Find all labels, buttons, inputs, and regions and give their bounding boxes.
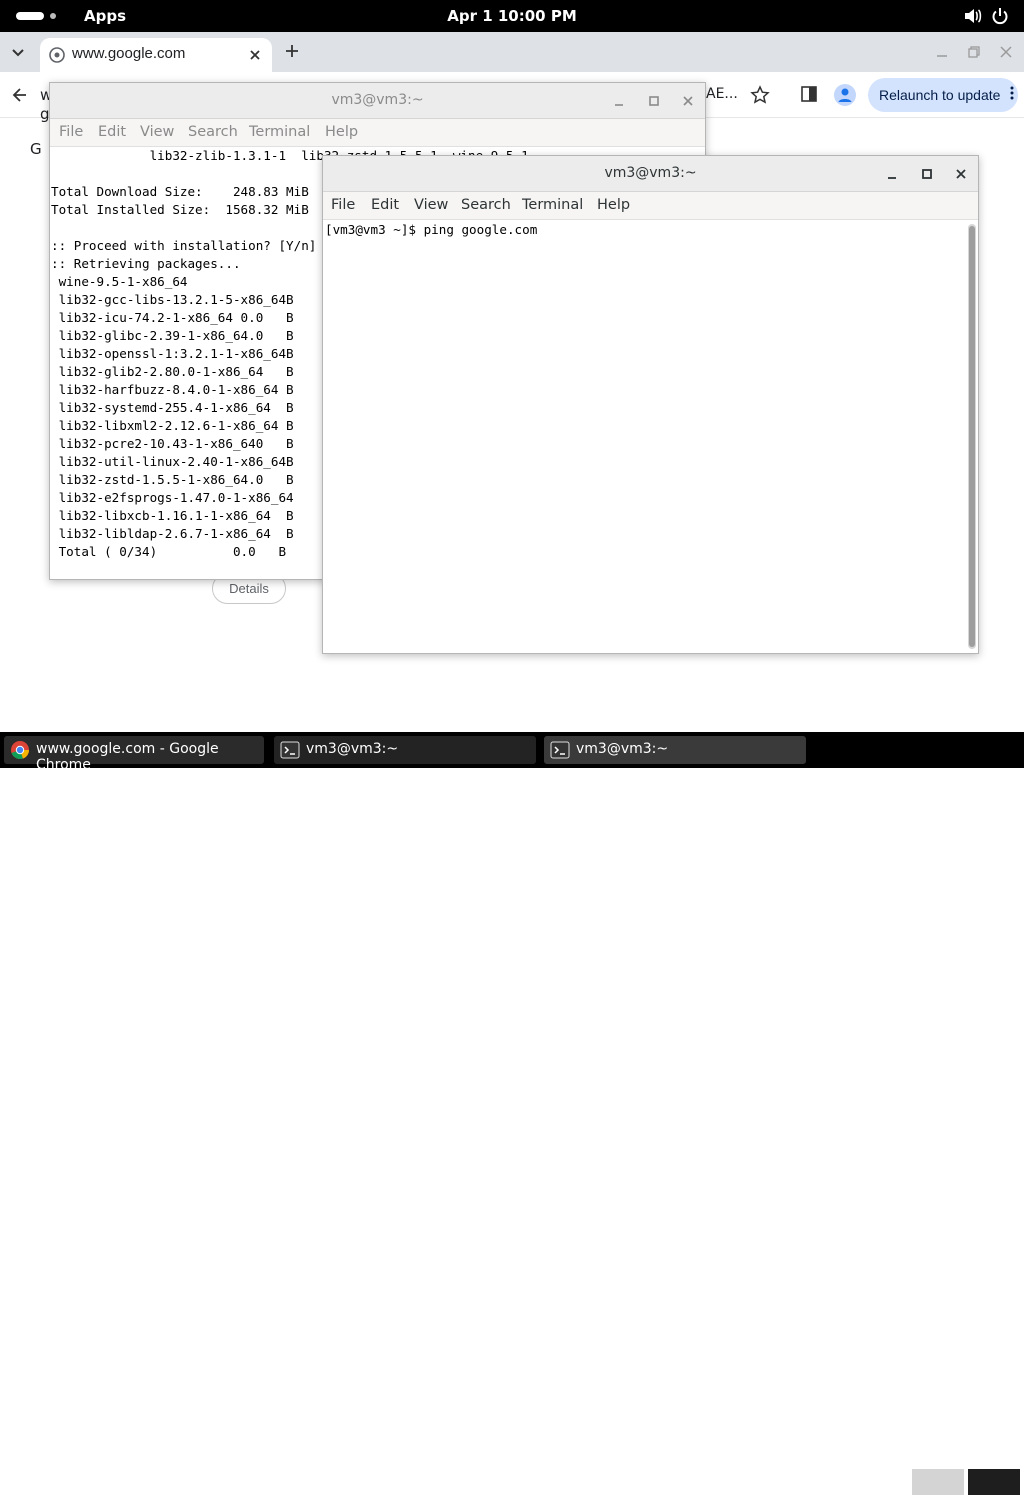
terminal-title: vm3@vm3:~ <box>331 92 424 108</box>
scrollbar-thumb[interactable] <box>969 226 975 647</box>
output-line: lib32-glibc-2.39-1-x86_64.0 B <box>51 328 294 343</box>
prompt-line: [vm3@vm3 ~]$ ping google.com <box>325 222 538 237</box>
browser-tab-strip: www.google.com <box>0 32 1024 72</box>
terminal-menubar: File Edit View Search Terminal Help <box>50 119 705 147</box>
volume-icon[interactable] <box>962 6 982 26</box>
terminal-output[interactable]: [vm3@vm3 ~]$ ping google.com <box>323 220 978 653</box>
output-line: :: Retrieving packages... <box>51 256 241 271</box>
side-panel-icon[interactable] <box>800 85 818 103</box>
taskbar-label: vm3@vm3:~ <box>576 741 669 757</box>
output-line: lib32-libxcb-1.16.1-1-x86_64 B <box>51 508 294 523</box>
chrome-icon <box>11 741 30 760</box>
star-icon[interactable] <box>750 85 770 105</box>
output-line: Total ( 0/34) 0.0 B <box>51 544 287 559</box>
menu-view[interactable]: View <box>414 197 448 213</box>
terminal-window-front[interactable]: vm3@vm3:~ File Edit View Search Terminal… <box>322 155 979 654</box>
output-line: lib32-systemd-255.4-1-x86_64 B <box>51 400 294 415</box>
tab-search-chevron-icon[interactable] <box>8 42 28 62</box>
workspace-dot[interactable] <box>50 13 56 19</box>
output-line: lib32-glib2-2.80.0-1-x86_64 B <box>51 364 294 379</box>
menu-search[interactable]: Search <box>461 197 511 213</box>
taskbar-item-chrome[interactable]: www.google.com - Google Chrome <box>4 736 264 773</box>
menu-view[interactable]: View <box>140 124 174 140</box>
omnibox-suggestion-fragment[interactable]: AE... <box>706 86 738 102</box>
kebab-menu-icon[interactable] <box>1010 85 1014 101</box>
output-line: lib32-gcc-libs-13.2.1-5-x86_64B <box>51 292 294 307</box>
terminal-titlebar[interactable]: vm3@vm3:~ <box>50 83 705 119</box>
maximize-icon[interactable] <box>646 93 662 109</box>
plus-icon[interactable] <box>282 41 302 61</box>
output-line: wine-9.5-1-x86_64 <box>51 274 188 289</box>
output-line: lib32-openssl-1:3.2.1-1-x86_64B <box>51 346 294 361</box>
restore-icon[interactable] <box>966 44 982 60</box>
taskbar-label: www.google.com - Google Chrome <box>36 741 219 773</box>
close-window-icon[interactable] <box>998 44 1014 60</box>
menu-edit[interactable]: Edit <box>371 197 399 213</box>
taskbar-item-terminal-2[interactable]: vm3@vm3:~ <box>544 736 806 764</box>
menu-edit[interactable]: Edit <box>98 124 126 140</box>
terminal-icon <box>280 741 300 759</box>
output-line: lib32-pcre2-10.43-1-x86_640 B <box>51 436 294 451</box>
taskbar: www.google.com - Google Chrome vm3@vm3:~… <box>0 732 1024 1495</box>
output-line: lib32-libxml2-2.12.6-1-x86_64 B <box>51 418 294 433</box>
profile-icon[interactable] <box>834 84 856 106</box>
taskbar-item-terminal-1[interactable]: vm3@vm3:~ <box>274 736 536 764</box>
output-line: Total Installed Size: 1568.32 MiB <box>51 202 309 217</box>
menu-terminal[interactable]: Terminal <box>522 197 583 213</box>
output-line: lib32-libldap-2.6.7-1-x86_64 B <box>51 526 294 541</box>
page-fragment: G <box>30 140 42 158</box>
taskbar-label: vm3@vm3:~ <box>306 741 399 757</box>
maximize-icon[interactable] <box>919 166 935 182</box>
close-icon[interactable] <box>246 46 264 64</box>
power-icon[interactable] <box>990 6 1010 26</box>
close-icon[interactable] <box>953 166 969 182</box>
minimize-icon[interactable] <box>612 93 628 109</box>
browser-tab[interactable]: www.google.com <box>40 38 272 72</box>
apps-button[interactable]: Apps <box>84 7 126 25</box>
terminal-menubar: File Edit View Search Terminal Help <box>323 192 978 220</box>
output-line: lib32-util-linux-2.40-1-x86_64B <box>51 454 294 469</box>
menu-terminal[interactable]: Terminal <box>249 124 310 140</box>
menu-help[interactable]: Help <box>325 124 358 140</box>
minimize-icon[interactable] <box>934 44 950 60</box>
menu-search[interactable]: Search <box>188 124 238 140</box>
minimize-icon[interactable] <box>885 166 901 182</box>
back-arrow-icon[interactable] <box>10 85 30 105</box>
terminal-icon <box>550 741 570 759</box>
tab-title: www.google.com <box>72 45 186 62</box>
menu-file[interactable]: File <box>59 124 83 140</box>
terminal-titlebar[interactable]: vm3@vm3:~ <box>323 156 978 192</box>
workspace-2[interactable] <box>968 1469 1020 1495</box>
output-line: Total Download Size: 248.83 MiB <box>51 184 309 199</box>
terminal-title: vm3@vm3:~ <box>604 165 697 181</box>
activities-indicator[interactable] <box>16 12 44 20</box>
close-icon[interactable] <box>680 93 696 109</box>
output-line: lib32-icu-74.2-1-x86_64 0.0 B <box>51 310 294 325</box>
menu-help[interactable]: Help <box>597 197 630 213</box>
menu-file[interactable]: File <box>331 197 355 213</box>
output-line: :: Proceed with installation? [Y/n] <box>51 238 317 253</box>
clock[interactable]: Apr 1 10:00 PM <box>430 7 594 25</box>
output-line: lib32-harfbuzz-8.4.0-1-x86_64 B <box>51 382 294 397</box>
relaunch-label: Relaunch to update <box>879 87 1001 103</box>
relaunch-to-update-button[interactable]: Relaunch to update <box>868 78 1018 112</box>
top-bar: Apps Apr 1 10:00 PM <box>0 0 1024 32</box>
workspace-1[interactable] <box>912 1469 964 1495</box>
output-line: lib32-e2fsprogs-1.47.0-1-x86_64 <box>51 490 294 505</box>
globe-icon <box>49 47 65 63</box>
output-line: lib32-zstd-1.5.5-1-x86_64.0 B <box>51 472 294 487</box>
